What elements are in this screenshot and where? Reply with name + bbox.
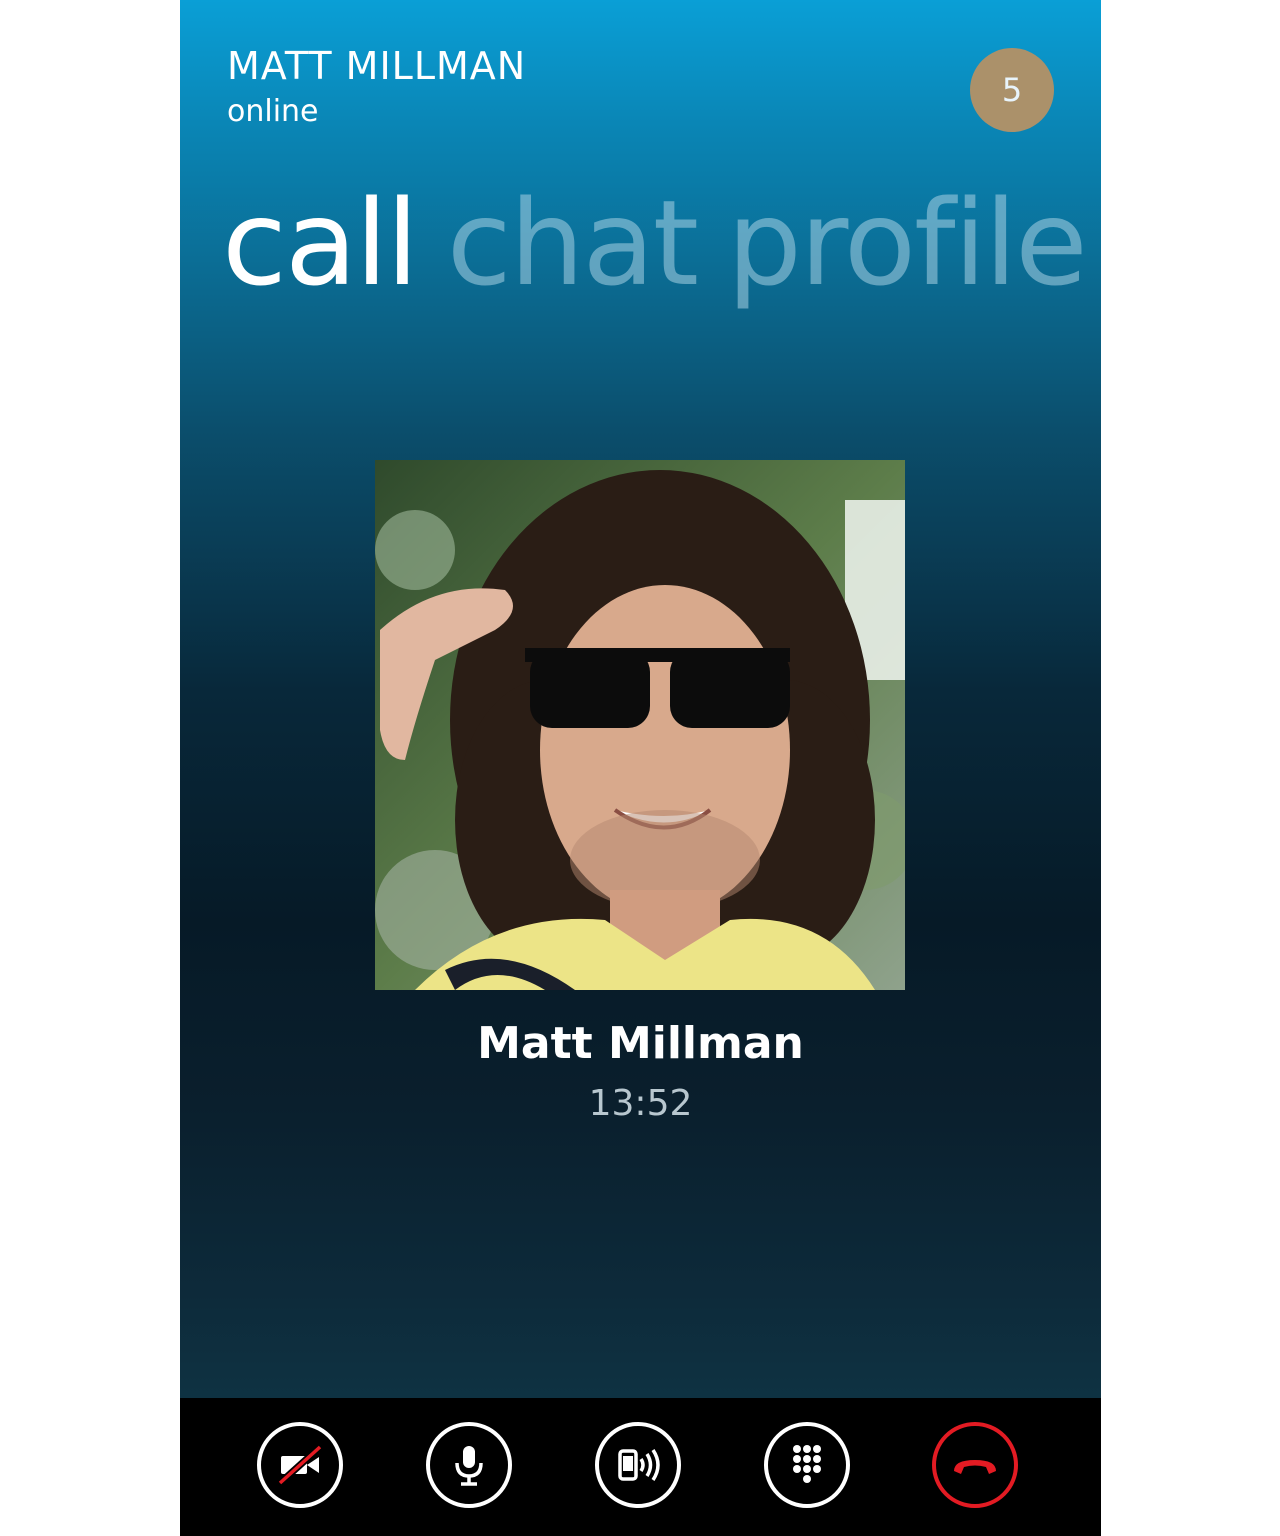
speakerphone-icon (618, 1449, 660, 1481)
mute-button[interactable] (426, 1422, 512, 1508)
speaker-button[interactable] (595, 1422, 681, 1508)
video-off-icon (277, 1444, 323, 1486)
call-app-bar (180, 1398, 1101, 1536)
end-call-button[interactable] (932, 1422, 1018, 1508)
caller-name: Matt Millman (477, 1018, 804, 1069)
tab-call[interactable]: call (222, 174, 419, 312)
contact-status: online (227, 94, 319, 129)
contact-name-header: MATT MILLMAN (227, 44, 527, 88)
caller-avatar-illustration (375, 460, 905, 990)
call-duration: 13:52 (588, 1083, 693, 1124)
video-off-button[interactable] (257, 1422, 343, 1508)
pivot-header: call chat profile (222, 168, 1101, 318)
tab-profile[interactable]: profile (727, 174, 1088, 312)
tab-chat[interactable]: chat (447, 174, 699, 312)
hang-up-icon (954, 1460, 996, 1474)
microphone-icon (455, 1446, 483, 1486)
keypad-button[interactable] (764, 1422, 850, 1508)
keypad-icon (793, 1445, 821, 1483)
caller-photo (375, 460, 905, 990)
notification-badge[interactable]: 5 (970, 48, 1054, 132)
skype-call-screen: MATT MILLMAN online 5 callchatprofile (180, 0, 1101, 1536)
